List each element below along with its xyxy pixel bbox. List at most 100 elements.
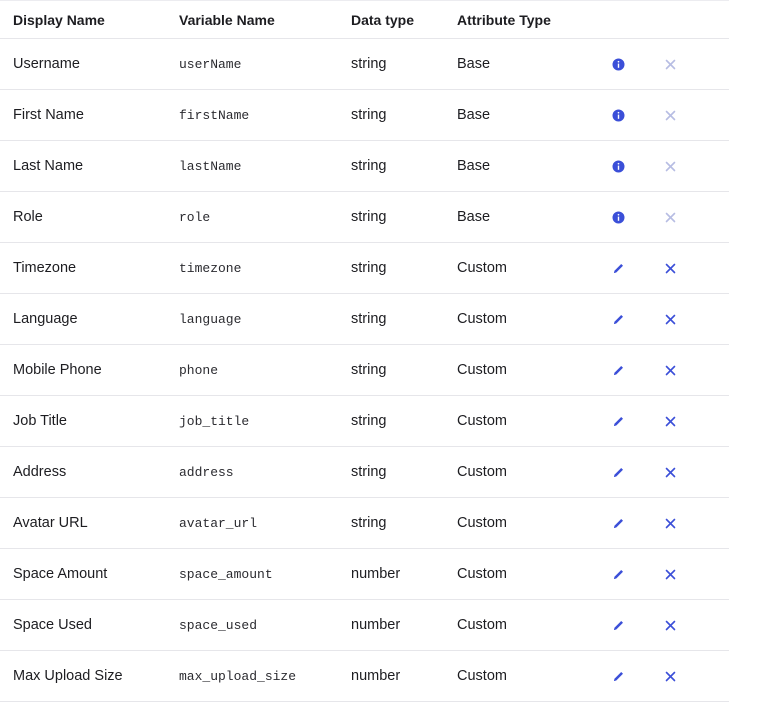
attribute-type-cell: Custom: [457, 515, 507, 531]
display-name-cell: Space Amount: [13, 566, 108, 582]
attribute-type-cell: Custom: [457, 362, 507, 378]
header-display-name: Display Name: [13, 11, 105, 28]
data-type-cell: number: [351, 617, 401, 633]
attribute-type-cell: Base: [457, 56, 491, 72]
data-type-cell: string: [351, 209, 387, 225]
delete-action-cell: [662, 498, 678, 548]
delete-button[interactable]: [662, 668, 678, 684]
primary-action-cell: [610, 549, 626, 599]
delete-button[interactable]: [662, 617, 678, 633]
attributes-table: Display Name Variable Name Data type Att…: [0, 0, 729, 702]
info-icon: [610, 209, 626, 225]
primary-action-cell: [610, 294, 626, 344]
display-name-cell: Space Used: [13, 617, 92, 633]
header-attribute-type: Attribute Type: [457, 11, 551, 28]
close-icon: [662, 668, 678, 684]
info-button[interactable]: [610, 56, 626, 72]
data-type-cell: number: [351, 566, 401, 582]
info-icon: [610, 107, 626, 123]
delete-button[interactable]: [662, 362, 678, 378]
edit-button[interactable]: [610, 311, 626, 327]
pencil-icon: [610, 515, 626, 531]
delete-button[interactable]: [662, 311, 678, 327]
attribute-type-cell: Base: [457, 209, 491, 225]
close-icon: [662, 107, 678, 123]
delete-button: [662, 158, 678, 174]
edit-button[interactable]: [610, 617, 626, 633]
variable-name-cell: max_upload_size: [179, 668, 297, 684]
pencil-icon: [610, 668, 626, 684]
delete-button[interactable]: [662, 566, 678, 582]
display-name-cell: Role: [13, 209, 43, 225]
info-button[interactable]: [610, 107, 626, 123]
primary-action-cell: [610, 345, 626, 395]
table-row: Language language string Custom: [0, 294, 729, 345]
table-row: First Name firstName string Base: [0, 90, 729, 141]
display-name-cell: First Name: [13, 107, 84, 123]
primary-action-cell: [610, 243, 626, 293]
data-type-cell: string: [351, 413, 387, 429]
table-row: Timezone timezone string Custom: [0, 243, 729, 294]
variable-name-cell: role: [179, 209, 211, 225]
attribute-type-cell: Custom: [457, 668, 507, 684]
variable-name-cell: space_amount: [179, 566, 273, 582]
close-icon: [662, 56, 678, 72]
info-icon: [610, 56, 626, 72]
display-name-cell: Username: [13, 56, 80, 72]
edit-button[interactable]: [610, 464, 626, 480]
primary-action-cell: [610, 192, 626, 242]
delete-button: [662, 209, 678, 225]
close-icon: [662, 413, 678, 429]
delete-button[interactable]: [662, 260, 678, 276]
close-icon: [662, 464, 678, 480]
attribute-type-cell: Base: [457, 107, 491, 123]
close-icon: [662, 566, 678, 582]
pencil-icon: [610, 617, 626, 633]
edit-button[interactable]: [610, 515, 626, 531]
delete-action-cell: [662, 90, 678, 140]
variable-name-cell: firstName: [179, 107, 250, 123]
variable-name-cell: timezone: [179, 260, 242, 276]
primary-action-cell: [610, 447, 626, 497]
display-name-cell: Address: [13, 464, 67, 480]
delete-action-cell: [662, 549, 678, 599]
attribute-type-cell: Custom: [457, 617, 507, 633]
close-icon: [662, 209, 678, 225]
data-type-cell: string: [351, 158, 387, 174]
edit-button[interactable]: [610, 362, 626, 378]
display-name-cell: Max Upload Size: [13, 668, 123, 684]
close-icon: [662, 515, 678, 531]
pencil-icon: [610, 464, 626, 480]
info-button[interactable]: [610, 158, 626, 174]
edit-button[interactable]: [610, 668, 626, 684]
delete-button[interactable]: [662, 464, 678, 480]
attribute-type-cell: Custom: [457, 464, 507, 480]
delete-action-cell: [662, 294, 678, 344]
delete-action-cell: [662, 651, 678, 701]
delete-action-cell: [662, 243, 678, 293]
table-row: Space Amount space_amount number Custom: [0, 549, 729, 600]
edit-button[interactable]: [610, 413, 626, 429]
variable-name-cell: lastName: [179, 158, 242, 174]
header-data-type: Data type: [351, 11, 415, 28]
delete-action-cell: [662, 396, 678, 446]
close-icon: [662, 617, 678, 633]
delete-button[interactable]: [662, 413, 678, 429]
table-header: Display Name Variable Name Data type Att…: [0, 0, 729, 39]
delete-action-cell: [662, 192, 678, 242]
table-row: Address address string Custom: [0, 447, 729, 498]
variable-name-cell: phone: [179, 362, 219, 378]
delete-action-cell: [662, 345, 678, 395]
pencil-icon: [610, 311, 626, 327]
info-button[interactable]: [610, 209, 626, 225]
data-type-cell: string: [351, 362, 387, 378]
delete-button[interactable]: [662, 515, 678, 531]
edit-button[interactable]: [610, 566, 626, 582]
edit-button[interactable]: [610, 260, 626, 276]
display-name-cell: Avatar URL: [13, 515, 88, 531]
delete-action-cell: [662, 39, 678, 89]
header-variable-name: Variable Name: [179, 11, 275, 28]
delete-button: [662, 56, 678, 72]
close-icon: [662, 158, 678, 174]
close-icon: [662, 260, 678, 276]
